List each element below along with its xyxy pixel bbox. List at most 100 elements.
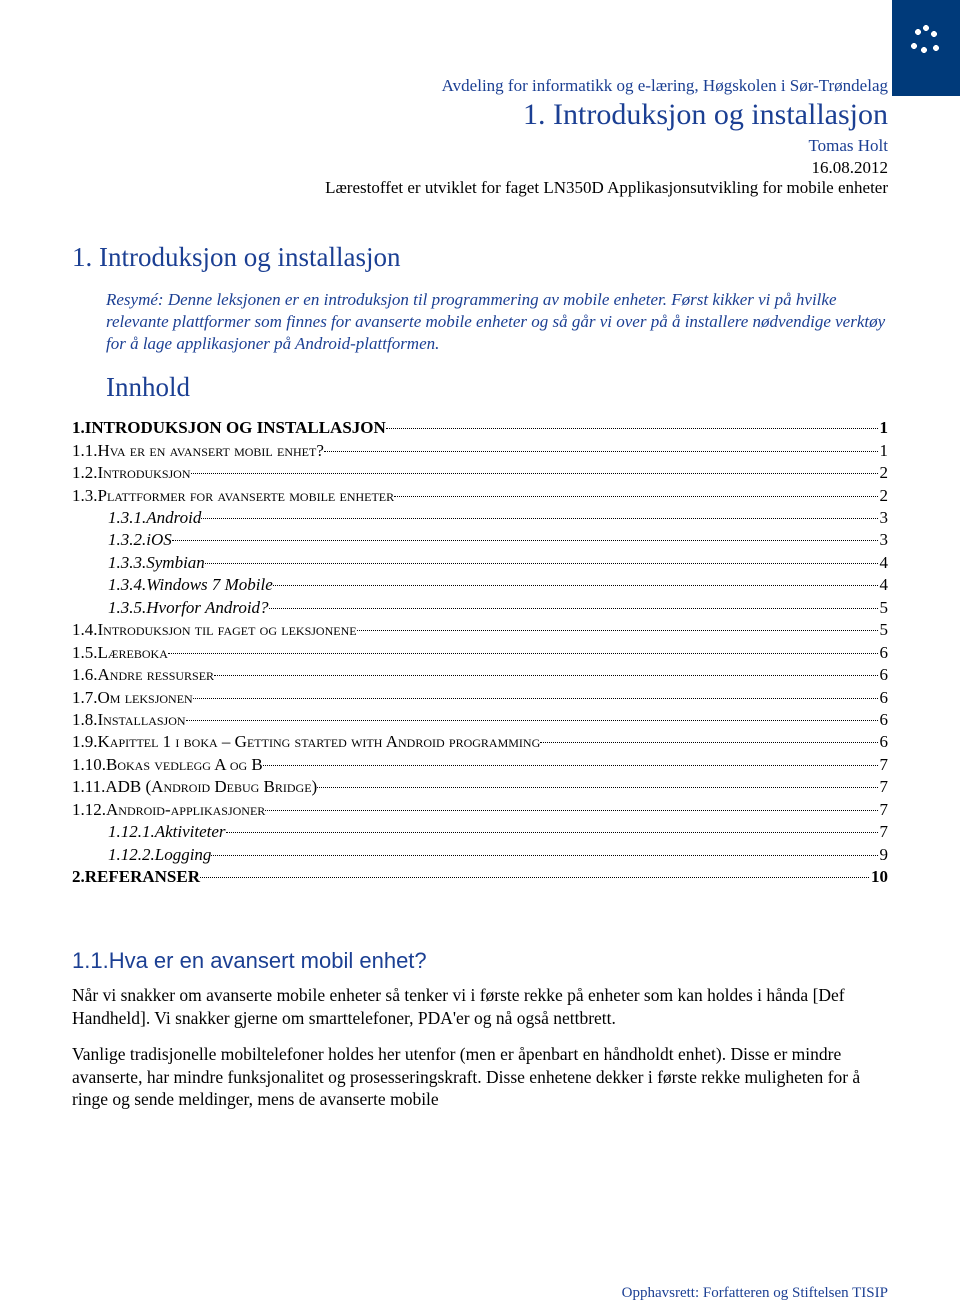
toc-leader-dots xyxy=(172,540,878,541)
toc-entry[interactable]: 1.3.2.iOS 3 xyxy=(108,529,888,551)
toc-entry[interactable]: 1.INTRODUKSJON OG INSTALLASJON 1 xyxy=(72,417,888,439)
toc-entry[interactable]: 1.3.4.Windows 7 Mobile 4 xyxy=(108,574,888,596)
toc-entry-label: 1.12.Android-applikasjoner xyxy=(72,799,265,821)
toc-entry-page: 3 xyxy=(880,529,889,551)
toc-entry[interactable]: 1.12.1.Aktiviteter 7 xyxy=(108,821,888,843)
toc-entry-page: 6 xyxy=(880,709,889,731)
toc-entry[interactable]: 1.12.2.Logging 9 xyxy=(108,844,888,866)
toc-entry[interactable]: 1.12.Android-applikasjoner 7 xyxy=(72,799,888,821)
body-paragraph: Vanlige tradisjonelle mobiltelefoner hol… xyxy=(72,1043,888,1110)
toc-entry-page: 4 xyxy=(880,552,889,574)
toc-entry[interactable]: 1.2.Introduksjon 2 xyxy=(72,462,888,484)
toc-entry-label: 1.9.Kapittel 1 i boka – Getting started … xyxy=(72,731,540,753)
toc-leader-dots xyxy=(357,630,878,631)
toc-entry-page: 10 xyxy=(871,866,888,888)
toc-leader-dots xyxy=(200,877,869,878)
toc-entry-page: 6 xyxy=(880,664,889,686)
toc-leader-dots xyxy=(214,675,877,676)
toc-leader-dots xyxy=(273,585,878,586)
toc-entry-page: 2 xyxy=(880,462,889,484)
toc-entry-label: 1.2.Introduksjon xyxy=(72,462,191,484)
toc-entry-label: 1.6.Andre ressurser xyxy=(72,664,214,686)
document-header: Avdeling for informatikk og e-læring, Hø… xyxy=(72,76,888,198)
toc-entry-label: 1.3.2.iOS xyxy=(108,529,172,551)
toc-leader-dots xyxy=(226,832,878,833)
toc-entry-page: 7 xyxy=(880,821,889,843)
toc-leader-dots xyxy=(168,653,878,654)
toc-entry[interactable]: 1.10.Bokas vedlegg A og B 7 xyxy=(72,754,888,776)
subsection-1-1-heading: 1.1.Hva er en avansert mobil enhet? xyxy=(72,948,888,974)
toc-heading: Innhold xyxy=(106,372,888,403)
department-line: Avdeling for informatikk og e-læring, Hø… xyxy=(72,76,888,96)
toc-entry[interactable]: 1.4.Introduksjon til faget og leksjonene… xyxy=(72,619,888,641)
toc-entry-page: 9 xyxy=(880,844,889,866)
toc-entry-page: 7 xyxy=(880,776,889,798)
toc-entry-label: 1.5.Læreboka xyxy=(72,642,168,664)
toc-entry-label: 1.3.5.Hvorfor Android? xyxy=(108,597,269,619)
toc-entry[interactable]: 1.1.Hva er en avansert mobil enhet? 1 xyxy=(72,440,888,462)
logo-icon xyxy=(892,0,960,96)
toc-entry-page: 3 xyxy=(880,507,889,529)
toc-entry[interactable]: 1.3.Plattformer for avanserte mobile enh… xyxy=(72,485,888,507)
toc-entry-label: 1.3.Plattformer for avanserte mobile enh… xyxy=(72,485,394,507)
toc-entry-page: 7 xyxy=(880,799,889,821)
toc-entry-page: 4 xyxy=(880,574,889,596)
toc-entry[interactable]: 1.8.Installasjon 6 xyxy=(72,709,888,731)
toc-entry[interactable]: 1.3.5.Hvorfor Android? 5 xyxy=(108,597,888,619)
toc-leader-dots xyxy=(317,787,877,788)
toc-entry-label: 1.3.3.Symbian xyxy=(108,552,205,574)
toc-entry-label: 1.12.1.Aktiviteter xyxy=(108,821,226,843)
toc-leader-dots xyxy=(265,810,877,811)
toc-leader-dots xyxy=(394,496,877,497)
section-1-heading: 1. Introduksjon og installasjon xyxy=(72,242,888,273)
toc-entry-label: 1.10.Bokas vedlegg A og B xyxy=(72,754,263,776)
toc-entry-label: 1.12.2.Logging xyxy=(108,844,211,866)
toc-leader-dots xyxy=(263,765,878,766)
toc-entry-label: 1.8.Installasjon xyxy=(72,709,186,731)
toc-entry-page: 1 xyxy=(880,440,889,462)
toc-entry[interactable]: 1.11.ADB (Android Debug Bridge) 7 xyxy=(72,776,888,798)
toc-entry[interactable]: 1.9.Kapittel 1 i boka – Getting started … xyxy=(72,731,888,753)
toc-entry[interactable]: 1.5.Læreboka 6 xyxy=(72,642,888,664)
body-paragraph: Når vi snakker om avanserte mobile enhet… xyxy=(72,984,888,1029)
toc-entry-page: 6 xyxy=(880,642,889,664)
toc-leader-dots xyxy=(193,698,878,699)
toc-entry-page: 5 xyxy=(880,619,889,641)
toc-entry-label: 1.11.ADB (Android Debug Bridge) xyxy=(72,776,317,798)
document-page: Avdeling for informatikk og e-læring, Hø… xyxy=(0,0,960,1314)
toc-leader-dots xyxy=(269,608,878,609)
page-title: 1. Introduksjon og installasjon xyxy=(72,98,888,132)
toc-entry[interactable]: 1.3.3.Symbian 4 xyxy=(108,552,888,574)
toc-entry[interactable]: 1.6.Andre ressurser 6 xyxy=(72,664,888,686)
table-of-contents: 1.INTRODUKSJON OG INSTALLASJON11.1.Hva e… xyxy=(72,417,888,888)
toc-entry-page: 2 xyxy=(880,485,889,507)
toc-leader-dots xyxy=(211,855,877,856)
course-line: Lærestoffet er utviklet for faget LN350D… xyxy=(72,178,888,198)
copyright-footer: Opphavsrett: Forfatteren og Stiftelsen T… xyxy=(622,1285,888,1302)
toc-entry-label: 1.INTRODUKSJON OG INSTALLASJON xyxy=(72,417,386,439)
toc-leader-dots xyxy=(191,473,878,474)
toc-entry-label: 1.1.Hva er en avansert mobil enhet? xyxy=(72,440,324,462)
toc-entry-label: 1.3.1.Android xyxy=(108,507,201,529)
toc-entry-page: 1 xyxy=(880,417,889,439)
toc-entry[interactable]: 2.REFERANSER 10 xyxy=(72,866,888,888)
toc-entry[interactable]: 1.7.Om leksjonen 6 xyxy=(72,687,888,709)
toc-entry-page: 7 xyxy=(880,754,889,776)
toc-entry-label: 2.REFERANSER xyxy=(72,866,200,888)
toc-leader-dots xyxy=(201,518,877,519)
author-line: Tomas Holt xyxy=(72,136,888,156)
toc-entry-page: 5 xyxy=(880,597,889,619)
toc-entry-page: 6 xyxy=(880,731,889,753)
toc-leader-dots xyxy=(540,742,877,743)
toc-entry-label: 1.4.Introduksjon til faget og leksjonene xyxy=(72,619,357,641)
toc-leader-dots xyxy=(186,720,878,721)
toc-entry-page: 6 xyxy=(880,687,889,709)
toc-entry-label: 1.7.Om leksjonen xyxy=(72,687,193,709)
toc-leader-dots xyxy=(324,451,878,452)
toc-leader-dots xyxy=(205,563,878,564)
resume-paragraph: Resymé: Denne leksjonen er en introduksj… xyxy=(106,289,888,354)
toc-entry[interactable]: 1.3.1.Android 3 xyxy=(108,507,888,529)
toc-leader-dots xyxy=(386,428,878,429)
toc-entry-label: 1.3.4.Windows 7 Mobile xyxy=(108,574,273,596)
date-line: 16.08.2012 xyxy=(72,158,888,178)
